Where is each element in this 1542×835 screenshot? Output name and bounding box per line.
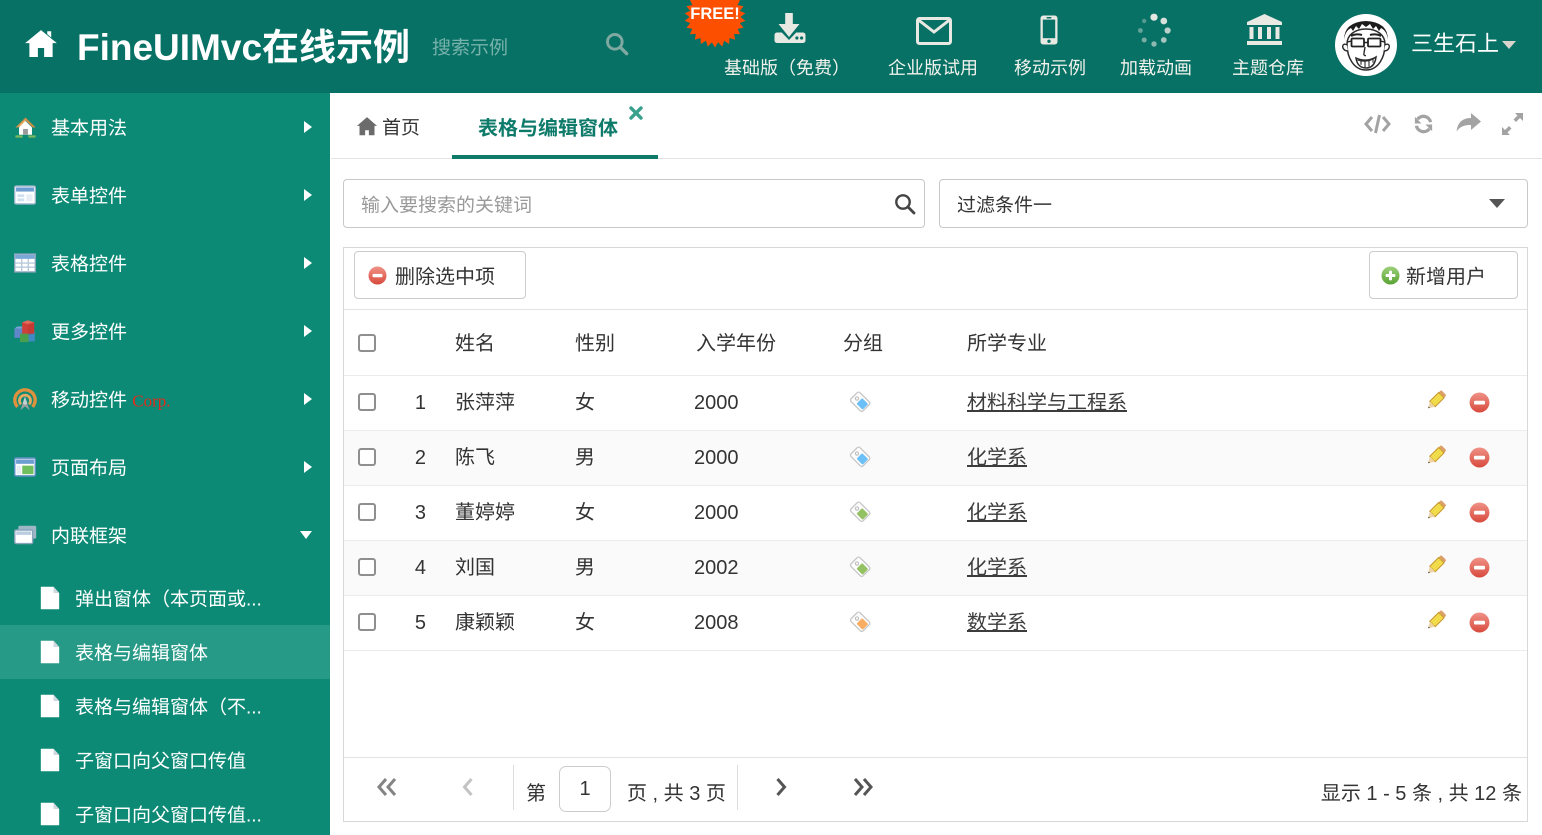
svg-text:FREE!: FREE! <box>690 5 740 23</box>
